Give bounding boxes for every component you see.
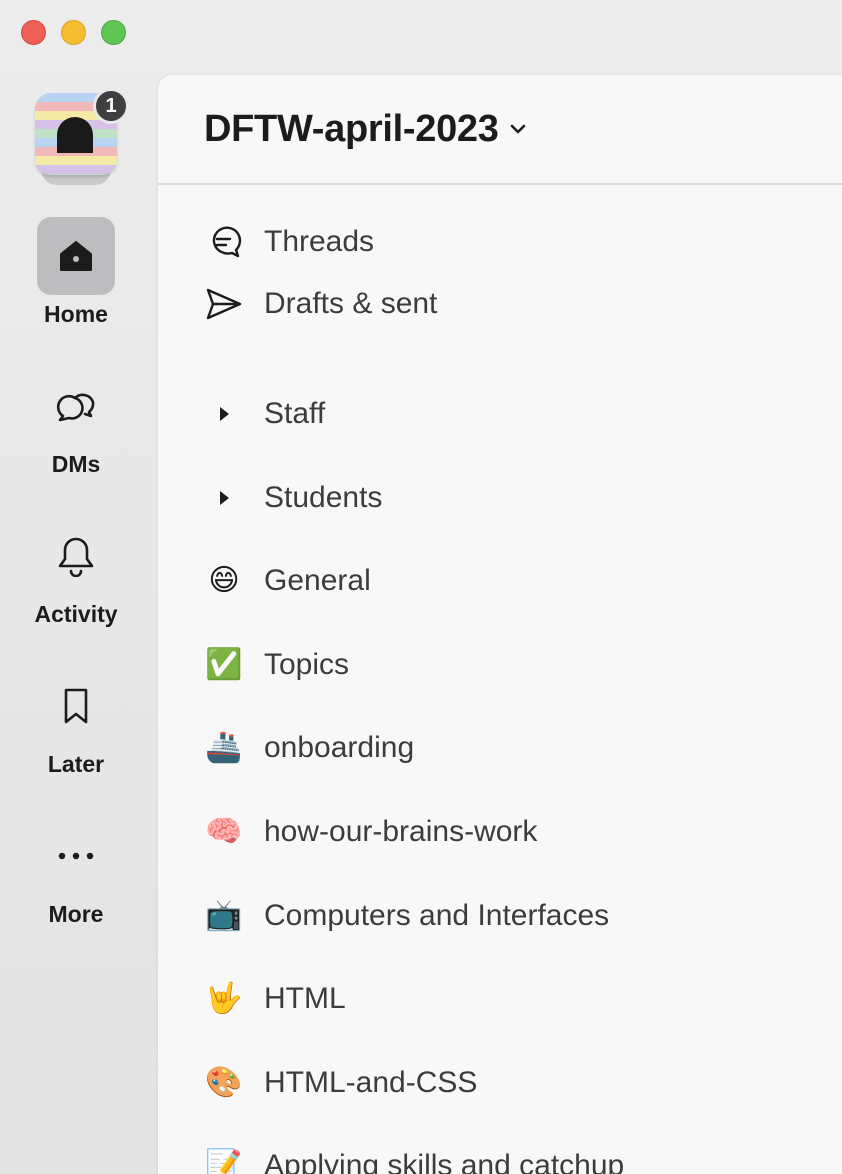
- rail-item-more[interactable]: More: [0, 817, 152, 928]
- close-window-button[interactable]: [21, 20, 46, 45]
- channel-label: Topics: [264, 648, 350, 681]
- memo-icon: 📝: [205, 1149, 243, 1174]
- nav-drafts-label: Drafts & sent: [264, 287, 438, 320]
- rail-item-dms[interactable]: DMs: [0, 367, 152, 478]
- home-icon: [37, 217, 115, 295]
- channel-html-and-css[interactable]: 🎨 HTML-and-CSS: [204, 1058, 842, 1108]
- section-staff-label: Staff: [264, 397, 326, 430]
- notification-badge: 1: [93, 88, 129, 124]
- chat-bubbles-icon: [37, 367, 115, 445]
- rail-label-activity: Activity: [34, 601, 118, 627]
- bookmark-icon: [37, 667, 115, 745]
- rail-label-home: Home: [44, 301, 108, 327]
- channel-computers-and-interfaces[interactable]: 📺 Computers and Interfaces: [204, 891, 842, 941]
- channel-label: Computers and Interfaces: [264, 899, 610, 932]
- channel-label: HTML: [264, 982, 346, 1015]
- channel-applying-skills-and-catchup[interactable]: 📝 Applying skills and catchup: [204, 1141, 842, 1174]
- minimize-window-button[interactable]: [61, 20, 86, 45]
- nav-threads[interactable]: Threads: [204, 217, 842, 267]
- grinning-face-icon: 😄: [208, 564, 240, 597]
- ship-icon: 🚢: [205, 731, 243, 764]
- television-icon: 📺: [205, 899, 243, 932]
- channel-label: General: [264, 564, 371, 597]
- workspace-switcher[interactable]: 1: [35, 88, 129, 185]
- channel-sidebar: DFTW-april-2023 Threads Drafts & sent St…: [158, 75, 842, 1174]
- section-staff[interactable]: Staff: [204, 389, 842, 439]
- caret-right-icon: [204, 406, 244, 422]
- workspace-logo-dome: [57, 117, 93, 153]
- section-students-label: Students: [264, 481, 383, 514]
- chevron-down-icon: [509, 122, 527, 140]
- channel-label: Applying skills and catchup: [264, 1149, 625, 1174]
- rail-label-more: More: [48, 901, 104, 927]
- threads-icon: [204, 222, 244, 262]
- app-rail: 1 Home DMs Activity Later More: [0, 75, 158, 1174]
- channel-label: how-our-brains-work: [264, 815, 538, 848]
- workspace-name: DFTW-april-2023: [204, 107, 499, 150]
- zoom-window-button[interactable]: [101, 20, 126, 45]
- rail-item-activity[interactable]: Activity: [0, 517, 152, 628]
- channel-label: onboarding: [264, 731, 415, 764]
- channel-general[interactable]: 😄 General: [204, 556, 842, 606]
- bell-icon: [37, 517, 115, 595]
- rail-label-dms: DMs: [51, 451, 101, 477]
- section-students[interactable]: Students: [204, 473, 842, 523]
- channel-topics[interactable]: ✅ Topics: [204, 640, 842, 690]
- rail-label-later: Later: [47, 751, 105, 777]
- workspace-header[interactable]: DFTW-april-2023: [158, 75, 842, 185]
- channel-label: HTML-and-CSS: [264, 1066, 478, 1099]
- artist-palette-icon: 🎨: [205, 1066, 243, 1099]
- channel-html[interactable]: 🤟 HTML: [204, 974, 842, 1024]
- nav-threads-label: Threads: [264, 225, 375, 258]
- check-mark-icon: ✅: [205, 648, 243, 681]
- channel-onboarding[interactable]: 🚢 onboarding: [204, 723, 842, 773]
- rail-item-home[interactable]: Home: [0, 217, 152, 328]
- rail-item-later[interactable]: Later: [0, 667, 152, 778]
- brain-icon: 🧠: [205, 815, 243, 848]
- love-you-gesture-icon: 🤟: [205, 982, 243, 1015]
- send-icon: [204, 284, 244, 324]
- nav-drafts-sent[interactable]: Drafts & sent: [204, 279, 842, 329]
- ellipsis-icon: [37, 817, 115, 895]
- caret-right-icon: [204, 490, 244, 506]
- channel-how-our-brains-work[interactable]: 🧠 how-our-brains-work: [204, 807, 842, 857]
